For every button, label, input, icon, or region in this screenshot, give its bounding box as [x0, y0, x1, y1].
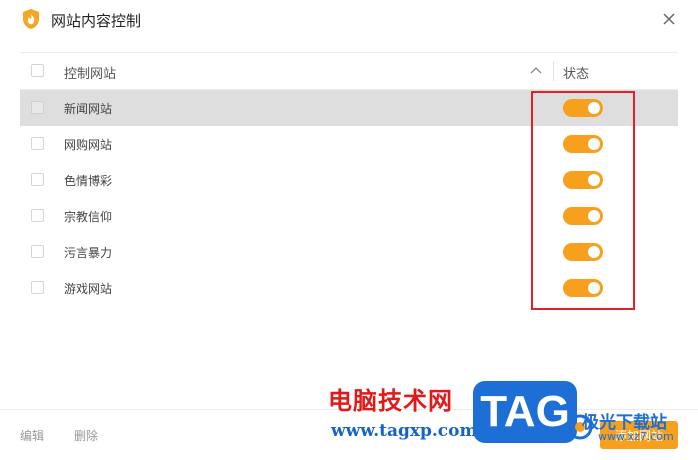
toggle-knob	[588, 282, 600, 294]
status-toggle[interactable]	[563, 207, 603, 225]
status-toggle[interactable]	[563, 171, 603, 189]
delete-button[interactable]: 删除	[74, 427, 98, 444]
status-toggle[interactable]	[563, 99, 603, 117]
watermark-logo: TAG	[473, 381, 577, 443]
title-bar: 网站内容控制	[0, 0, 698, 40]
table-row[interactable]: 色情博彩	[20, 162, 678, 198]
row-label: 宗教信仰	[64, 210, 113, 224]
row-label: 网购网站	[64, 138, 113, 152]
row-label: 污言暴力	[64, 246, 113, 260]
toggle-knob	[588, 210, 600, 222]
table-body: 新闻网站网购网站色情博彩宗教信仰污言暴力游戏网站	[20, 90, 678, 306]
table-row[interactable]: 宗教信仰	[20, 198, 678, 234]
column-divider	[553, 61, 554, 81]
select-all-checkbox[interactable]	[31, 64, 44, 77]
window-title: 网站内容控制	[51, 12, 142, 30]
close-icon[interactable]	[660, 10, 678, 28]
table-row[interactable]: 污言暴力	[20, 234, 678, 270]
column-header-status: 状态	[563, 67, 590, 82]
row-checkbox[interactable]	[31, 173, 44, 186]
row-label: 新闻网站	[64, 102, 113, 116]
website-control-table: 控制网站 状态 新闻网站网购网站色情博彩宗教信仰污言暴力游戏网站	[20, 52, 678, 306]
toggle-knob	[588, 174, 600, 186]
column-header-name[interactable]: 控制网站	[64, 63, 116, 82]
status-toggle[interactable]	[563, 135, 603, 153]
status-toggle[interactable]	[563, 279, 603, 297]
table-header: 控制网站 状态	[20, 52, 678, 90]
toggle-knob	[588, 102, 600, 114]
watermark-url: www.tagxp.com	[331, 421, 478, 441]
row-checkbox[interactable]	[31, 209, 44, 222]
table-row[interactable]: 游戏网站	[20, 270, 678, 306]
toggle-knob	[588, 246, 600, 258]
table-row[interactable]: 新闻网站	[20, 90, 678, 126]
toggle-knob	[588, 138, 600, 150]
row-label: 游戏网站	[64, 282, 113, 296]
edit-button[interactable]: 编辑	[20, 427, 44, 444]
row-checkbox[interactable]	[31, 245, 44, 258]
watermark-site-url: www.xz7.com	[598, 430, 674, 443]
status-toggle[interactable]	[563, 243, 603, 261]
row-checkbox[interactable]	[31, 137, 44, 150]
watermark-text: 电脑技术网	[328, 387, 453, 415]
shield-flame-icon	[23, 9, 39, 29]
row-checkbox[interactable]	[31, 101, 44, 114]
table-row[interactable]: 网购网站	[20, 126, 678, 162]
row-checkbox[interactable]	[31, 281, 44, 294]
row-label: 色情博彩	[64, 174, 113, 188]
chevron-up-icon[interactable]	[530, 65, 542, 75]
